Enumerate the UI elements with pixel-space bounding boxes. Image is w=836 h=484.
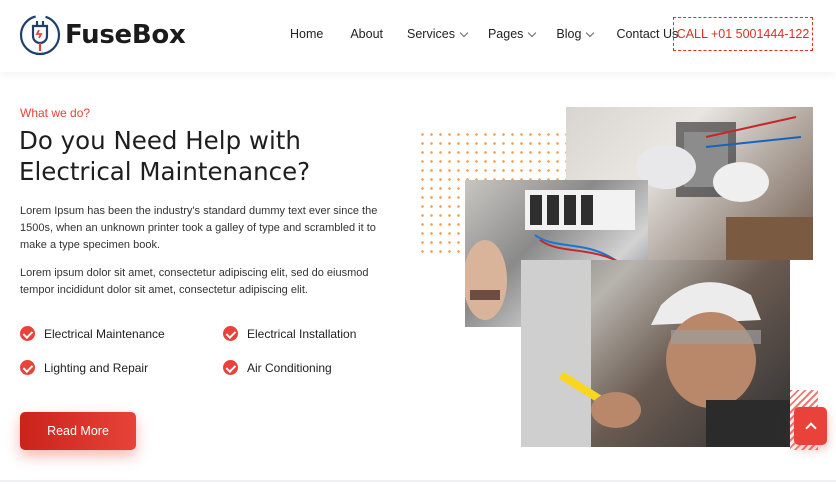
intro-paragraph-1: Lorem Ipsum has been the industry's stan… (20, 205, 378, 251)
chevron-down-icon (586, 28, 595, 37)
read-more-button[interactable]: Read More (20, 412, 136, 450)
plug-bulb-icon (19, 14, 61, 56)
electrician-helmet-photo (521, 260, 790, 447)
nav-contact[interactable]: Contact Us (616, 27, 678, 41)
check-circle-icon (20, 360, 35, 375)
feature-label: Electrical Maintenance (44, 326, 165, 341)
feature-item: Electrical Installation (223, 326, 356, 341)
nav-about[interactable]: About (350, 27, 383, 41)
nav-blog[interactable]: Blog (556, 27, 595, 41)
feature-item: Air Conditioning (223, 360, 332, 375)
feature-label: Air Conditioning (247, 360, 332, 375)
nav-home-label: Home (290, 27, 324, 41)
nav-services-label: Services (407, 27, 455, 41)
call-button[interactable]: CALL +01 5001444-122 (673, 17, 813, 51)
chevron-up-icon (804, 422, 817, 434)
nav-pages-label: Pages (487, 27, 524, 41)
photo-illustration (521, 260, 790, 447)
nav-services[interactable]: Services (407, 27, 469, 41)
check-circle-icon (20, 326, 35, 341)
feature-item: Electrical Maintenance (20, 326, 165, 341)
brand-name: FuseBox (65, 20, 186, 50)
check-circle-icon (223, 326, 238, 341)
main-nav: Home About Services Pages Blog Contact U… (290, 27, 704, 41)
nav-about-label: About (350, 27, 384, 41)
chevron-down-icon (459, 28, 469, 37)
nav-blog-label: Blog (556, 27, 582, 41)
check-circle-icon (223, 360, 238, 375)
section-eyebrow: What we do? (20, 106, 91, 120)
intro-paragraph-2: Lorem ipsum dolor sit amet, consectetur … (20, 267, 369, 296)
nav-pages[interactable]: Pages (487, 27, 537, 41)
feature-label: Electrical Installation (247, 326, 357, 341)
logo[interactable]: FuseBox (18, 13, 186, 57)
nav-contact-label: Contact Us (616, 27, 679, 41)
section-divider (0, 480, 836, 482)
site-header: FuseBox Home About Services Pages Blog C… (0, 0, 836, 72)
feature-item: Lighting and Repair (20, 360, 148, 375)
chevron-down-icon (528, 28, 537, 37)
scroll-to-top-button[interactable] (794, 407, 827, 445)
nav-home[interactable]: Home (290, 27, 323, 41)
feature-label: Lighting and Repair (44, 360, 149, 375)
section-headline: Do you Need Help with Electrical Mainten… (19, 126, 311, 186)
